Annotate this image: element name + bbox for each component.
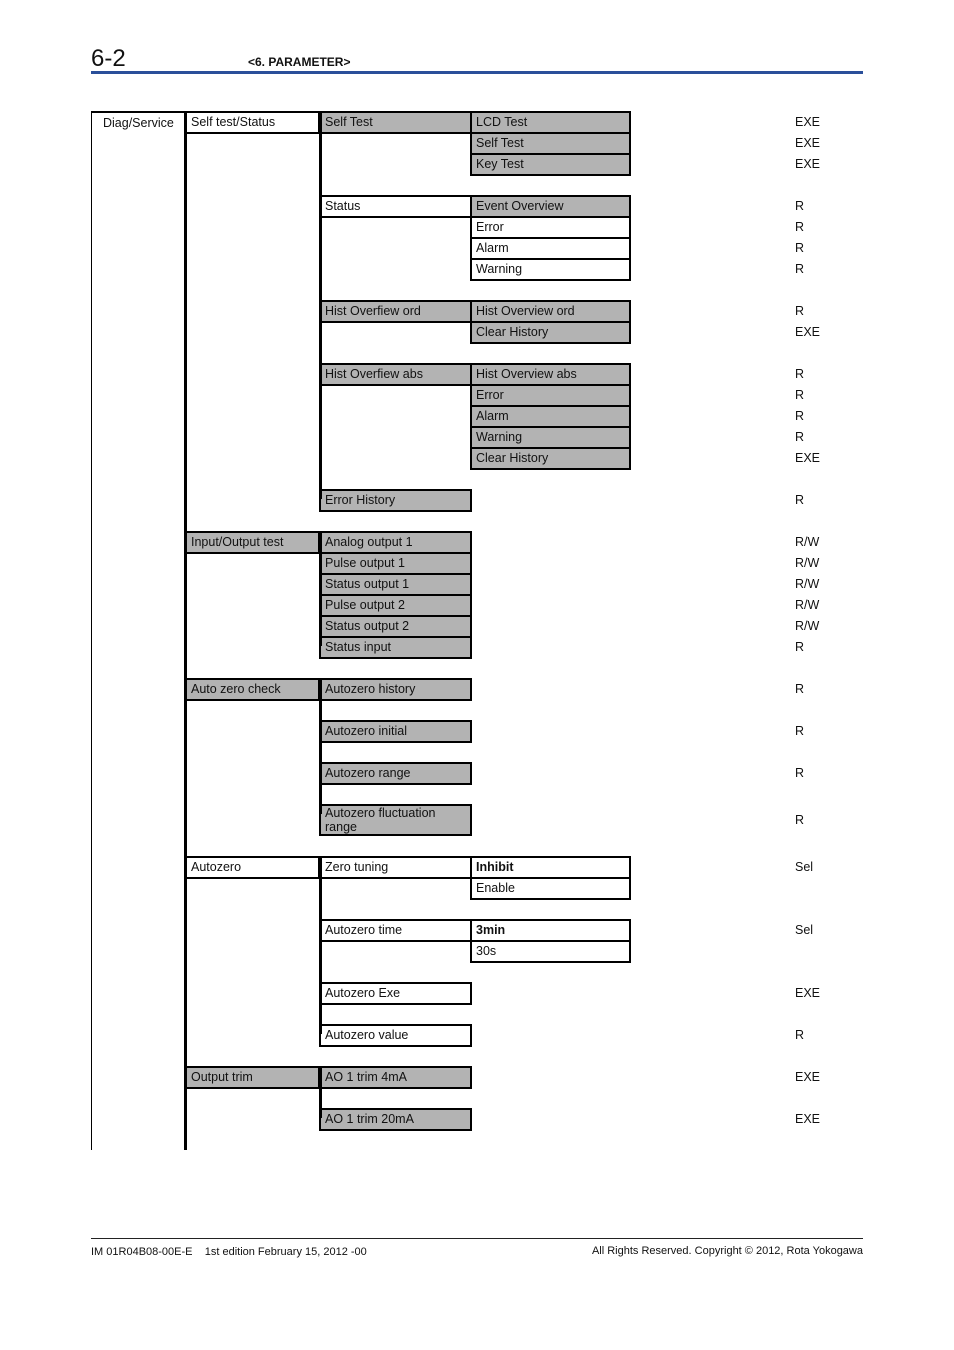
menu-item-level3: Autozero initial — [319, 720, 472, 743]
menu-item-level3: Autozero value — [319, 1024, 472, 1047]
menu-item-level4: Alarm — [470, 237, 631, 260]
menu-item-level3: Status output 1 — [319, 573, 472, 596]
access-type: R — [795, 430, 805, 444]
level3-connector-line — [319, 856, 322, 1034]
menu-item-level3: Hist Overfiew abs — [319, 363, 472, 386]
menu-item-level4: Alarm — [470, 405, 631, 428]
footer-rule — [91, 1238, 863, 1239]
access-type: Sel — [795, 860, 814, 874]
menu-item-level3: Autozero Exe — [319, 982, 472, 1005]
menu-item-level4: Self Test — [470, 132, 631, 155]
menu-item-level4: Hist Overview abs — [470, 363, 631, 386]
access-type: R — [795, 1028, 805, 1042]
access-type: R — [795, 220, 805, 234]
access-type: EXE — [795, 1112, 821, 1126]
level2-column-line — [184, 111, 187, 1150]
menu-item-level3: Zero tuning — [319, 856, 472, 879]
menu-item-level3: Error History — [319, 489, 472, 512]
page-number: 6-2 — [91, 45, 126, 72]
level3-connector-line — [319, 111, 322, 499]
access-type: EXE — [795, 115, 821, 129]
menu-root-diag-service: Diag/Service — [91, 111, 186, 134]
menu-item-level3: Pulse output 2 — [319, 594, 472, 617]
menu-item-level3: Pulse output 1 — [319, 552, 472, 575]
menu-item-level2: Auto zero check — [185, 678, 320, 701]
access-type: R/W — [795, 535, 820, 549]
menu-item-level3: Hist Overfiew ord — [319, 300, 472, 323]
access-type: EXE — [795, 157, 821, 171]
level2-top-line — [91, 111, 186, 113]
access-type: R — [795, 262, 805, 276]
access-type: EXE — [795, 1070, 821, 1084]
menu-item-level4: Hist Overview ord — [470, 300, 631, 323]
access-type: EXE — [795, 325, 821, 339]
access-type: R — [795, 724, 805, 738]
access-type: R — [795, 241, 805, 255]
access-type: R — [795, 640, 805, 654]
level3-connector-line — [319, 531, 322, 646]
menu-item-level4: Key Test — [470, 153, 631, 176]
menu-item-level3: Status input — [319, 636, 472, 659]
menu-item-level4: Clear History — [470, 447, 631, 470]
menu-item-level4: Warning — [470, 258, 631, 281]
menu-item-level3: Autozero time — [319, 919, 472, 942]
access-type: Sel — [795, 923, 814, 937]
access-type: R/W — [795, 556, 820, 570]
menu-item-level3: Status — [319, 195, 472, 218]
menu-item-level2: Output trim — [185, 1066, 320, 1089]
menu-item-level3: Autozero range — [319, 762, 472, 785]
access-type: R — [795, 682, 805, 696]
access-type: R/W — [795, 577, 820, 591]
menu-item-level4: Error — [470, 384, 631, 407]
access-type: R/W — [795, 598, 820, 612]
access-type: EXE — [795, 451, 821, 465]
menu-item-level3: AO 1 trim 20mA — [319, 1108, 472, 1131]
menu-item-level3: Status output 2 — [319, 615, 472, 638]
access-type: EXE — [795, 136, 821, 150]
menu-item-level4: Clear History — [470, 321, 631, 344]
menu-item-level4: Error — [470, 216, 631, 239]
access-type: R — [795, 766, 805, 780]
root-column-line — [91, 111, 92, 1150]
access-type: R — [795, 199, 805, 213]
menu-item-level3: Autozero history — [319, 678, 472, 701]
chapter-title: <6. PARAMETER> — [248, 55, 351, 69]
document-id: IM 01R04B08-00E-E 1st edition February 1… — [91, 1246, 367, 1258]
access-type: R — [795, 813, 805, 827]
level3-connector-line — [319, 1066, 322, 1118]
header-rule — [91, 71, 863, 74]
access-type: EXE — [795, 986, 821, 1000]
access-type: R — [795, 304, 805, 318]
menu-item-level3: Self Test — [319, 111, 472, 134]
menu-item-level3: Analog output 1 — [319, 531, 472, 554]
menu-item-level4: 30s — [470, 940, 631, 963]
menu-item-level4: LCD Test — [470, 111, 631, 134]
menu-item-level3: AO 1 trim 4mA — [319, 1066, 472, 1089]
menu-item-level3: Autozero fluctuation range — [319, 804, 472, 836]
menu-item-level2: Self test/Status — [185, 111, 320, 134]
access-type: R — [795, 493, 805, 507]
menu-item-level2: Autozero — [185, 856, 320, 879]
menu-item-level4: Enable — [470, 877, 631, 900]
menu-item-level2: Input/Output test — [185, 531, 320, 554]
access-type: R — [795, 409, 805, 423]
menu-item-level4: Inhibit — [470, 856, 631, 879]
copyright: All Rights Reserved. Copyright © 2012, R… — [591, 1245, 863, 1257]
access-type: R/W — [795, 619, 820, 633]
menu-item-level4: Event Overview — [470, 195, 631, 218]
menu-item-level4: Warning — [470, 426, 631, 449]
access-type: R — [795, 367, 805, 381]
access-type: R — [795, 388, 805, 402]
menu-item-level4: 3min — [470, 919, 631, 942]
level3-connector-line — [319, 678, 322, 814]
